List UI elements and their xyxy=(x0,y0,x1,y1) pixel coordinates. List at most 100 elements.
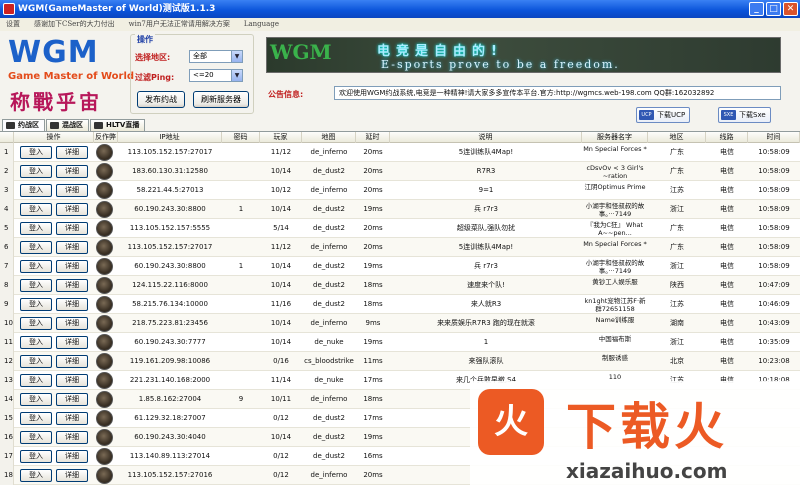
header-ping[interactable]: 延时 xyxy=(356,132,390,143)
header-line[interactable]: 线路 xyxy=(706,132,748,143)
detail-button[interactable]: 详细 xyxy=(56,393,88,406)
table-row[interactable]: 6 登入 详细 113.105.152.157:27017 11/12 de_infern… xyxy=(0,238,800,257)
cell-ping: 17ms xyxy=(363,414,383,422)
download-ucp-label: 下载UCP xyxy=(657,111,686,119)
wgm-logo: WGM Game Master of World 称戰乎宙 xyxy=(6,31,134,117)
cell-ip: 113.105.152.157:27017 xyxy=(127,243,213,251)
detail-button[interactable]: 详细 xyxy=(56,241,88,254)
cell-map: de_dust2 xyxy=(313,262,345,270)
ping-select[interactable]: <=20 ▼ xyxy=(189,69,243,82)
minimize-button[interactable]: _ xyxy=(749,2,764,16)
detail-button[interactable]: 详细 xyxy=(56,412,88,425)
header-anticheat[interactable]: 反作弊 xyxy=(94,132,118,143)
join-button[interactable]: 登入 xyxy=(20,450,52,463)
header-description[interactable]: 说明 xyxy=(390,132,582,143)
join-button[interactable]: 登入 xyxy=(20,355,52,368)
cell-ip: 221.231.140.168:2000 xyxy=(129,376,211,384)
row-number: 16 xyxy=(0,428,14,447)
header-map[interactable]: 地图 xyxy=(302,132,356,143)
publish-match-button[interactable]: 发布约战 xyxy=(137,91,185,108)
menu-language[interactable]: Language xyxy=(244,18,279,31)
table-row[interactable]: 10 登入 详细 218.75.223.81:23456 10/14 de_inferno… xyxy=(0,314,800,333)
header-password[interactable]: 密码 xyxy=(222,132,260,143)
header-actions[interactable]: 操作 xyxy=(14,132,94,143)
join-button[interactable]: 登入 xyxy=(20,336,52,349)
row-number: 11 xyxy=(0,333,14,352)
detail-button[interactable]: 详细 xyxy=(56,317,88,330)
join-button[interactable]: 登入 xyxy=(20,222,52,235)
detail-button[interactable]: 详细 xyxy=(56,374,88,387)
cell-ping: 18ms xyxy=(363,395,383,403)
maximize-button[interactable]: □ xyxy=(766,2,781,16)
detail-button[interactable]: 详细 xyxy=(56,450,88,463)
table-row[interactable]: 7 登入 详细 60.190.243.30:8800 1 10/14 de_dust2 19m… xyxy=(0,257,800,276)
header-time[interactable]: 时间 xyxy=(748,132,800,143)
table-row[interactable]: 2 登入 详细 183.60.130.31:12580 10/14 de_dust2 20m… xyxy=(0,162,800,181)
table-row[interactable]: 8 登入 详细 124.115.22.116:8000 10/14 de_dust2 18m… xyxy=(0,276,800,295)
table-row[interactable]: 1 登入 详细 113.105.152.157:27017 11/12 de_infern… xyxy=(0,143,800,162)
cell-ip: 1.85.8.162:27004 xyxy=(138,395,202,403)
row-number: 15 xyxy=(0,409,14,428)
cell-description: 来来质娱乐R7R3 跑的现在就滚 xyxy=(437,319,535,327)
join-button[interactable]: 登入 xyxy=(20,184,52,197)
cell-server-name: kn1ght宠物江苏F·新群72651158 xyxy=(584,297,646,313)
header-region[interactable]: 地区 xyxy=(648,132,706,143)
cell-line: 电信 xyxy=(720,224,734,232)
detail-button[interactable]: 详细 xyxy=(56,279,88,292)
download-sxe-button[interactable]: SXE 下载Sxe xyxy=(718,107,771,123)
detail-button[interactable]: 详细 xyxy=(56,260,88,273)
row-number: 2 xyxy=(0,162,14,181)
download-ucp-button[interactable]: UCP 下载UCP xyxy=(636,107,691,123)
region-select[interactable]: 全部 ▼ xyxy=(189,50,243,63)
cell-map: de_dust2 xyxy=(313,281,345,289)
close-button[interactable]: ✕ xyxy=(783,2,798,16)
join-button[interactable]: 登入 xyxy=(20,412,52,425)
join-button[interactable]: 登入 xyxy=(20,279,52,292)
window-title: WGM(GameMaster of World)测试版1.1.3 xyxy=(18,4,216,14)
join-button[interactable]: 登入 xyxy=(20,469,52,482)
menu-thanks[interactable]: 感谢加下CSer的大力付出 xyxy=(34,18,115,31)
table-row[interactable]: 3 登入 详细 58.221.44.5:27013 10/12 de_inferno 20m… xyxy=(0,181,800,200)
join-button[interactable]: 登入 xyxy=(20,374,52,387)
join-button[interactable]: 登入 xyxy=(20,203,52,216)
join-button[interactable]: 登入 xyxy=(20,317,52,330)
cell-ping: 20ms xyxy=(363,224,383,232)
menu-settings[interactable]: 设置 xyxy=(6,18,20,31)
table-row[interactable]: 9 登入 详细 58.215.76.134:10000 11/16 de_dust2 18m… xyxy=(0,295,800,314)
tab-hltv[interactable]: HLTV直播 xyxy=(90,119,146,131)
header-ip[interactable]: IP地址 xyxy=(118,132,222,143)
cell-server-name: Mn Special Forces * xyxy=(583,240,647,248)
tab-mixed-zone[interactable]: 混战区 xyxy=(46,119,89,131)
join-button[interactable]: 登入 xyxy=(20,393,52,406)
refresh-servers-button[interactable]: 刷新服务器 xyxy=(193,91,249,108)
tab-label: 约战区 xyxy=(18,121,39,129)
join-button[interactable]: 登入 xyxy=(20,165,52,178)
header-players[interactable]: 玩家 xyxy=(260,132,302,143)
table-row[interactable]: 12 登入 详细 119.161.209.98:10086 0/16 cs_bloodst… xyxy=(0,352,800,371)
cell-players: 0/12 xyxy=(273,471,289,479)
title-bar[interactable]: WGM(GameMaster of World)测试版1.1.3 _ □ ✕ xyxy=(0,0,800,18)
table-row[interactable]: 4 登入 详细 60.190.243.30:8800 1 10/14 de_dust2 19m… xyxy=(0,200,800,219)
header-server-name[interactable]: 服务器名字 xyxy=(582,132,648,143)
cell-players: 10/14 xyxy=(270,262,292,270)
chevron-down-icon: ▼ xyxy=(231,51,242,62)
join-button[interactable]: 登入 xyxy=(20,146,52,159)
join-button[interactable]: 登入 xyxy=(20,241,52,254)
detail-button[interactable]: 详细 xyxy=(56,222,88,235)
join-button[interactable]: 登入 xyxy=(20,298,52,311)
table-row[interactable]: 5 登入 详细 113.105.152.157:5555 5/14 de_dust2 20m… xyxy=(0,219,800,238)
detail-button[interactable]: 详细 xyxy=(56,469,88,482)
join-button[interactable]: 登入 xyxy=(20,260,52,273)
cell-password xyxy=(222,352,260,371)
detail-button[interactable]: 详细 xyxy=(56,336,88,349)
join-button[interactable]: 登入 xyxy=(20,431,52,444)
detail-button[interactable]: 详细 xyxy=(56,355,88,368)
detail-button[interactable]: 详细 xyxy=(56,146,88,159)
detail-button[interactable]: 详细 xyxy=(56,184,88,197)
detail-button[interactable]: 详细 xyxy=(56,431,88,444)
detail-button[interactable]: 详细 xyxy=(56,298,88,311)
table-row[interactable]: 11 登入 详细 60.190.243.30:7777 10/14 de_nuke 19ms… xyxy=(0,333,800,352)
menu-win7-help[interactable]: win7用户无法正常请用解决方案 xyxy=(129,18,230,31)
detail-button[interactable]: 详细 xyxy=(56,203,88,216)
detail-button[interactable]: 详细 xyxy=(56,165,88,178)
